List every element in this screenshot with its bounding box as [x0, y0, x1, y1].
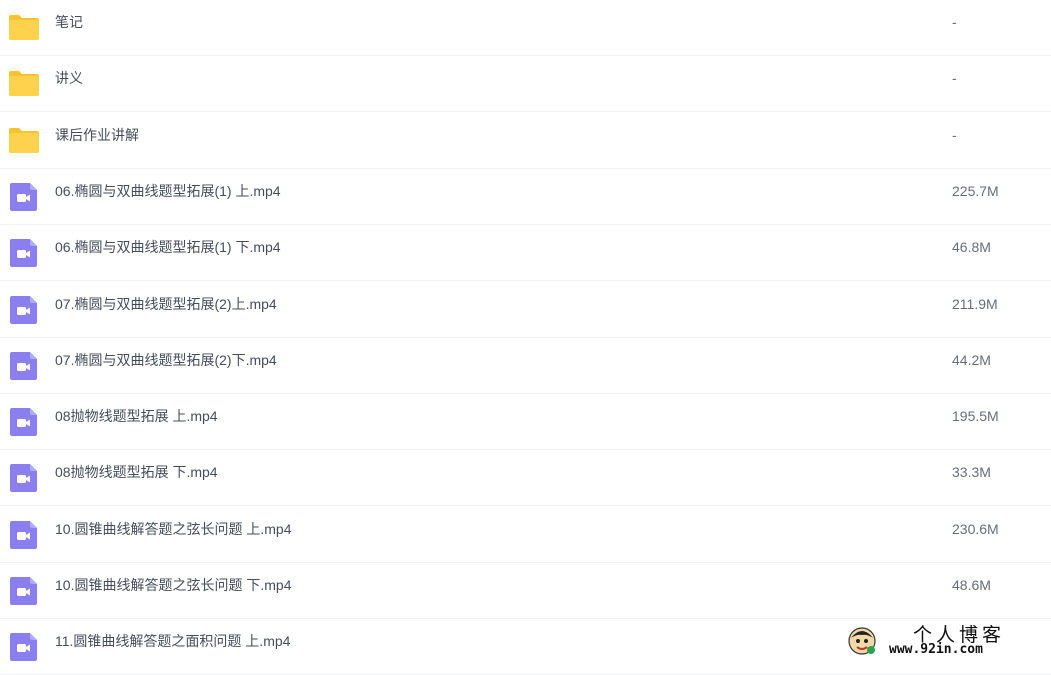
file-name[interactable]: 笔记: [55, 0, 83, 44]
video-file-icon: [8, 631, 40, 661]
file-name[interactable]: 07.椭圆与双曲线题型拓展(2)下.mp4: [55, 338, 277, 382]
file-row[interactable]: 08抛物线题型拓展 下.mp4 33.3M: [0, 450, 1051, 506]
video-file-icon: [8, 406, 40, 436]
file-list: 笔记 - 讲义 - 课后作业讲解 - 06.椭圆与双曲线题型拓展(1) 上.mp4 225.7…: [0, 0, 1051, 664]
file-row[interactable]: 10.圆锥曲线解答题之弦长问题 上.mp4 230.6M: [0, 507, 1051, 563]
file-name[interactable]: 06.椭圆与双曲线题型拓展(1) 上.mp4: [55, 169, 281, 213]
folder-icon: [8, 125, 40, 155]
file-size: 225.7M: [952, 169, 999, 213]
file-row[interactable]: 07.椭圆与双曲线题型拓展(2)上.mp4 211.9M: [0, 282, 1051, 338]
video-file-icon: [8, 237, 40, 267]
file-name[interactable]: 课后作业讲解: [55, 113, 139, 157]
file-name[interactable]: 08抛物线题型拓展 上.mp4: [55, 394, 218, 438]
file-name[interactable]: 讲义: [55, 56, 83, 100]
video-file-icon: [8, 181, 40, 211]
file-name[interactable]: 10.圆锥曲线解答题之弦长问题 下.mp4: [55, 563, 291, 607]
file-size: -: [952, 0, 957, 44]
file-size: 230.6M: [952, 507, 999, 551]
file-size: 46.8M: [952, 225, 991, 269]
folder-icon: [8, 12, 40, 42]
file-row[interactable]: 08抛物线题型拓展 上.mp4 195.5M: [0, 394, 1051, 450]
file-row[interactable]: 07.椭圆与双曲线题型拓展(2)下.mp4 44.2M: [0, 338, 1051, 394]
folder-icon: [8, 68, 40, 98]
file-size: 44.2M: [952, 338, 991, 382]
watermark: 个人博客 www.92in.com: [847, 620, 1043, 660]
file-size: 48.6M: [952, 563, 991, 607]
video-file-icon: [8, 575, 40, 605]
file-size: 33.3M: [952, 450, 991, 494]
file-size: -: [952, 113, 957, 157]
video-file-icon: [8, 519, 40, 549]
folder-row[interactable]: 笔记 -: [0, 0, 1051, 56]
folder-row[interactable]: 课后作业讲解 -: [0, 113, 1051, 169]
file-size: -: [952, 56, 957, 100]
file-name[interactable]: 11.圆锥曲线解答题之面积问题 上.mp4: [55, 619, 290, 663]
file-name[interactable]: 06.椭圆与双曲线题型拓展(1) 下.mp4: [55, 225, 281, 269]
file-row[interactable]: 10.圆锥曲线解答题之弦长问题 下.mp4 48.6M: [0, 563, 1051, 619]
watermark-url: www.92in.com: [889, 642, 983, 657]
mascot-logo-icon: [847, 626, 877, 656]
file-row[interactable]: 06.椭圆与双曲线题型拓展(1) 上.mp4 225.7M: [0, 169, 1051, 225]
file-name[interactable]: 07.椭圆与双曲线题型拓展(2)上.mp4: [55, 282, 277, 326]
folder-row[interactable]: 讲义 -: [0, 56, 1051, 112]
file-size: 211.9M: [952, 282, 998, 326]
file-name[interactable]: 10.圆锥曲线解答题之弦长问题 上.mp4: [55, 507, 291, 551]
video-file-icon: [8, 350, 40, 380]
file-size: 195.5M: [952, 394, 999, 438]
video-file-icon: [8, 294, 40, 324]
file-name[interactable]: 08抛物线题型拓展 下.mp4: [55, 450, 218, 494]
file-row[interactable]: 06.椭圆与双曲线题型拓展(1) 下.mp4 46.8M: [0, 225, 1051, 281]
video-file-icon: [8, 462, 40, 492]
